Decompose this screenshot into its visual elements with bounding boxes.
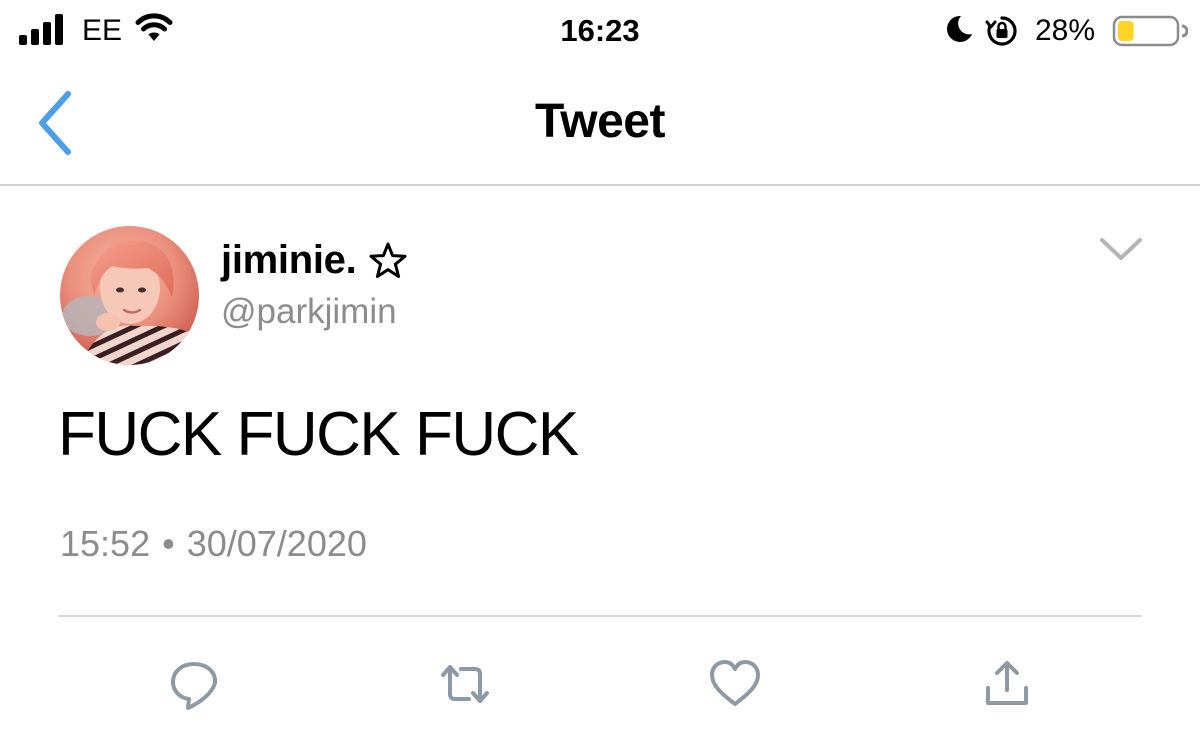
reply-button[interactable] [166,656,222,712]
status-time: 16:23 [560,13,640,48]
tweet-text: FUCK FUCK FUCK [58,400,579,469]
back-button[interactable] [30,88,80,158]
tweet-time: 15:52 [60,523,151,564]
share-icon [986,661,1028,705]
battery-level-fill [1118,21,1134,41]
rotation-lock-icon [985,16,1017,46]
like-button[interactable] [707,656,763,712]
reply-icon [171,662,218,710]
chevron-down-icon [1100,238,1142,260]
battery-icon [1112,15,1188,47]
status-bar: EE 16:23 28% [0,0,1200,62]
page-title: Tweet [535,95,665,148]
tweet-date: 30/07/2020 [186,523,367,564]
tweet-screen: EE 16:23 28% Tweet jiminie. @parkjimin F… [0,0,1200,741]
timestamp-separator: • [162,523,175,564]
avatar[interactable] [60,226,199,365]
profile-photo [60,226,199,365]
signal-icon [19,14,63,45]
tweet-menu-button[interactable] [1098,234,1144,264]
user-handle[interactable]: @parkjimin [221,290,397,334]
tweet-timestamp: 15:52 • 30/07/2020 [60,522,367,566]
chevron-left-icon [39,91,71,155]
tweet-detail: jiminie. @parkjimin FUCK FUCK FUCK 15:52… [0,186,1200,741]
wifi-icon [135,13,173,41]
author-name[interactable]: jiminie. [221,234,408,286]
carrier-label: EE [82,14,123,47]
star-outline-icon [369,242,407,278]
share-button[interactable] [979,656,1035,712]
heart-icon [710,660,760,706]
display-name: jiminie. [221,238,357,282]
retweet-icon [441,665,489,703]
retweet-button[interactable] [437,656,493,712]
nav-bar: Tweet [0,62,1200,186]
battery-percent: 28% [1035,14,1096,47]
moon-icon [947,15,972,42]
divider [58,615,1142,617]
